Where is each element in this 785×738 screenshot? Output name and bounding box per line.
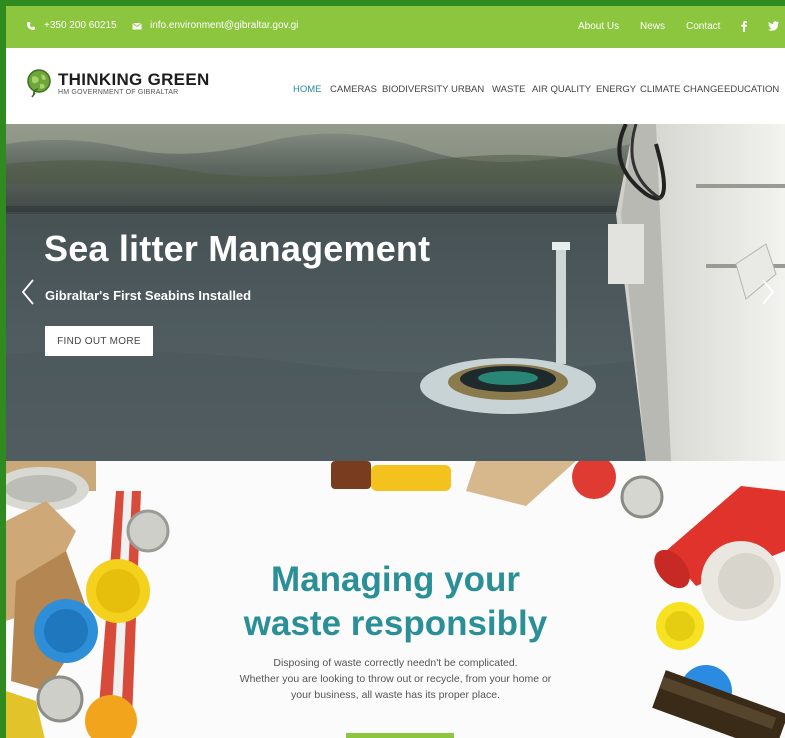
contact-link[interactable]: Contact	[686, 21, 720, 32]
globe-leaf-icon	[27, 69, 51, 98]
phone-number: +350 200 60215	[44, 20, 117, 31]
brand-title: THINKING GREEN	[58, 69, 210, 89]
nav-urban[interactable]: URBAN	[451, 84, 484, 95]
about-us-link[interactable]: About Us	[578, 21, 619, 32]
find-out-more-button[interactable]: FIND OUT MORE	[45, 326, 153, 356]
nav-cameras[interactable]: CAMERAS	[330, 84, 377, 95]
email-contact[interactable]: info.environment@gibraltar.gov.gi	[132, 20, 298, 31]
nav-education[interactable]: EDUCATION	[724, 84, 779, 95]
nav-climate-change[interactable]: CLIMATE CHANGE	[640, 84, 724, 95]
waste-cta-button[interactable]	[346, 733, 454, 738]
top-bar: +350 200 60215 info.environment@gibralta…	[6, 6, 785, 48]
chevron-left-icon	[21, 279, 34, 305]
waste-desc-line-2: Whether you are looking to throw out or …	[239, 673, 552, 685]
waste-desc-line-1: Disposing of waste correctly needn't be …	[273, 657, 518, 669]
phone-contact[interactable]: +350 200 60215	[26, 20, 117, 31]
nav-biodiversity[interactable]: BIODIVERSITY	[382, 84, 449, 95]
waste-section: Managing your waste responsibly Disposin…	[6, 461, 785, 738]
hero-title: Sea litter Management	[44, 228, 431, 269]
facebook-icon[interactable]	[740, 20, 748, 32]
nav-waste[interactable]: WASTE	[492, 84, 525, 95]
news-link[interactable]: News	[640, 21, 665, 32]
brand-subtitle: HM GOVERNMENT OF GIBRALTAR	[58, 88, 179, 96]
nav-home[interactable]: HOME	[293, 84, 322, 95]
page-frame: +350 200 60215 info.environment@gibralta…	[0, 0, 785, 738]
hero-subtitle: Gibraltar's First Seabins Installed	[45, 288, 252, 303]
chevron-right-icon	[762, 279, 775, 305]
envelope-icon	[132, 22, 142, 29]
email-address: info.environment@gibraltar.gov.gi	[150, 20, 299, 31]
site-logo[interactable]: THINKING GREEN HM GOVERNMENT OF GIBRALTA…	[26, 68, 210, 98]
slider-prev-button[interactable]	[18, 272, 38, 312]
nav-air-quality[interactable]: AIR QUALITY	[532, 84, 591, 95]
twitter-icon[interactable]	[768, 21, 779, 31]
site-header: THINKING GREEN HM GOVERNMENT OF GIBRALTA…	[6, 48, 785, 124]
waste-title-line-2: waste responsibly	[243, 604, 548, 643]
hero-slider: Sea litter Management Gibraltar's First …	[6, 124, 785, 461]
slider-next-button[interactable]	[758, 272, 778, 312]
waste-desc-line-3: your business, all waste has its proper …	[291, 689, 500, 701]
waste-title-line-1: Managing your	[271, 560, 520, 599]
phone-icon	[27, 21, 35, 30]
nav-energy[interactable]: ENERGY	[596, 84, 636, 95]
